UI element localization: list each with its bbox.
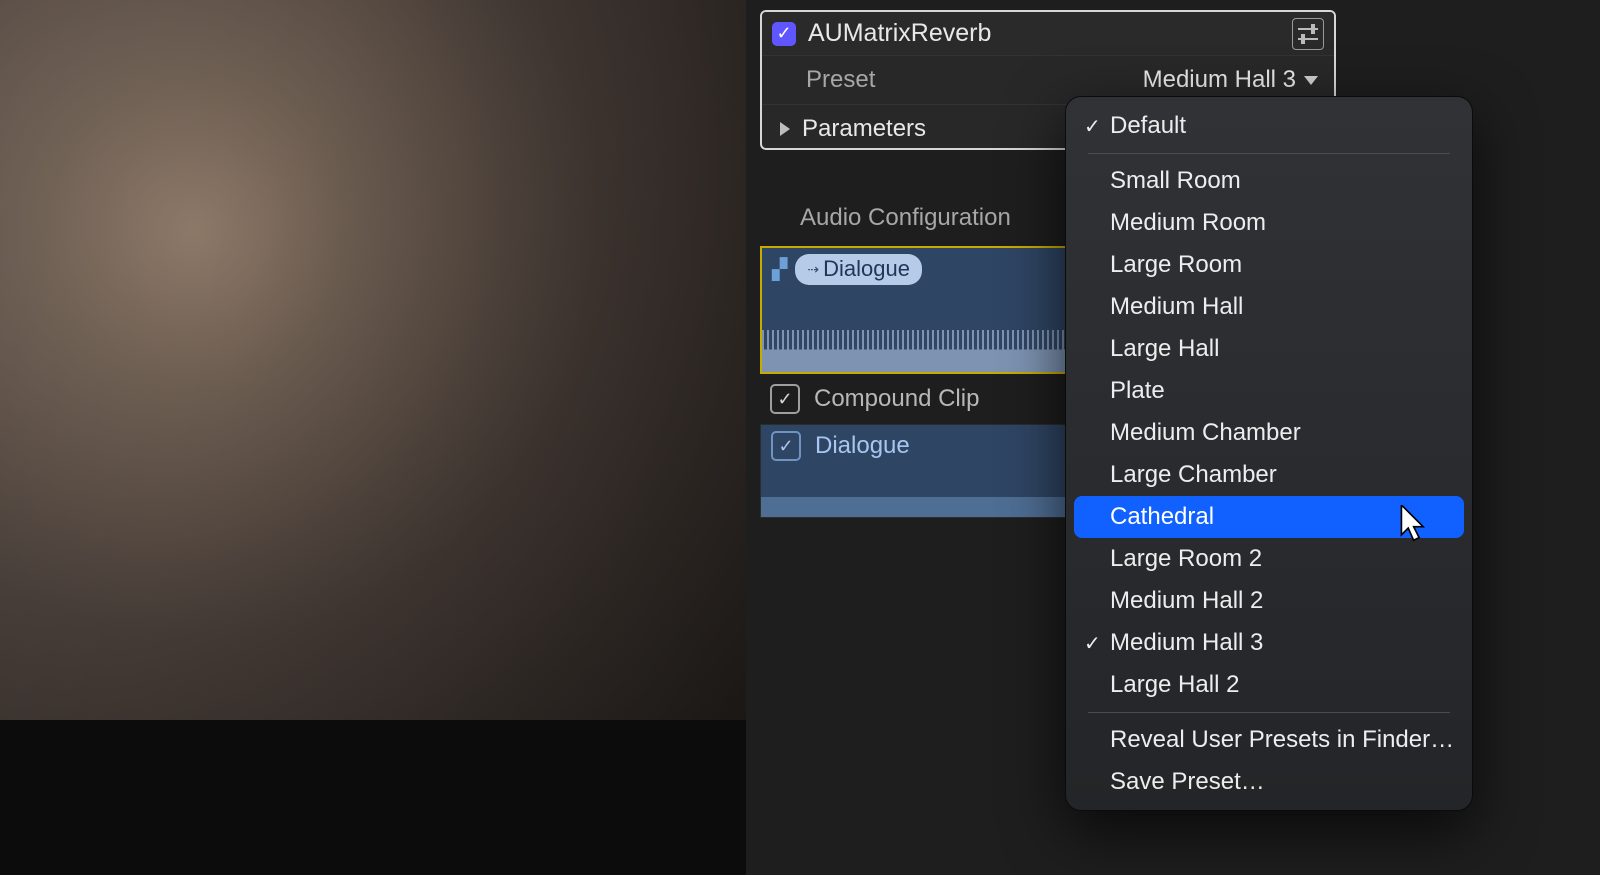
timeline-strip: [0, 720, 746, 875]
effect-enable-checkbox[interactable]: ✓: [772, 22, 796, 46]
preset-label: Preset: [806, 66, 875, 94]
effect-header: ✓ AUMatrixReverb: [762, 12, 1334, 56]
effect-title: AUMatrixReverb: [808, 19, 1280, 48]
preset-option[interactable]: Medium Room: [1074, 202, 1464, 244]
component-label: Dialogue: [815, 432, 910, 460]
preset-option[interactable]: Cathedral: [1074, 496, 1464, 538]
preset-dropdown-list: DefaultSmall RoomMedium RoomLarge RoomMe…: [1074, 105, 1464, 803]
preset-option[interactable]: Reveal User Presets in Finder…: [1074, 719, 1464, 761]
role-chip-dialogue[interactable]: ⇢ Dialogue: [795, 254, 922, 285]
video-preview: [0, 0, 746, 720]
preset-value-text: Medium Hall 3: [1143, 66, 1296, 94]
preset-option[interactable]: Medium Hall 2: [1074, 580, 1464, 622]
preset-option[interactable]: Plate: [1074, 370, 1464, 412]
parameters-label: Parameters: [802, 115, 926, 143]
menu-separator: [1088, 712, 1450, 713]
preset-dropdown[interactable]: DefaultSmall RoomMedium RoomLarge RoomMe…: [1065, 96, 1473, 811]
menu-separator: [1088, 153, 1450, 154]
role-arrow-icon: ⇢: [807, 261, 819, 278]
chevron-down-icon: [1304, 76, 1318, 85]
preset-option[interactable]: Save Preset…: [1074, 761, 1464, 803]
compound-clip-checkbox[interactable]: ✓: [770, 384, 800, 414]
preset-option[interactable]: Large Room: [1074, 244, 1464, 286]
preset-option[interactable]: Medium Chamber: [1074, 412, 1464, 454]
preset-option[interactable]: Default: [1074, 105, 1464, 147]
preset-option[interactable]: Large Hall: [1074, 328, 1464, 370]
preset-option[interactable]: Medium Hall: [1074, 286, 1464, 328]
compound-clip-icon: ▞: [772, 257, 787, 282]
disclosure-triangle-icon[interactable]: [780, 122, 790, 136]
component-enable-checkbox[interactable]: ✓: [771, 431, 801, 461]
role-chip-label: Dialogue: [823, 256, 910, 282]
preset-option[interactable]: Small Room: [1074, 160, 1464, 202]
preset-option[interactable]: Large Hall 2: [1074, 664, 1464, 706]
preset-option[interactable]: Large Chamber: [1074, 454, 1464, 496]
compound-clip-label: Compound Clip: [814, 385, 979, 413]
preset-option[interactable]: Medium Hall 3: [1074, 622, 1464, 664]
preset-value[interactable]: Medium Hall 3: [1143, 66, 1318, 94]
preset-option[interactable]: Large Room 2: [1074, 538, 1464, 580]
effect-controls-icon[interactable]: [1292, 18, 1324, 50]
